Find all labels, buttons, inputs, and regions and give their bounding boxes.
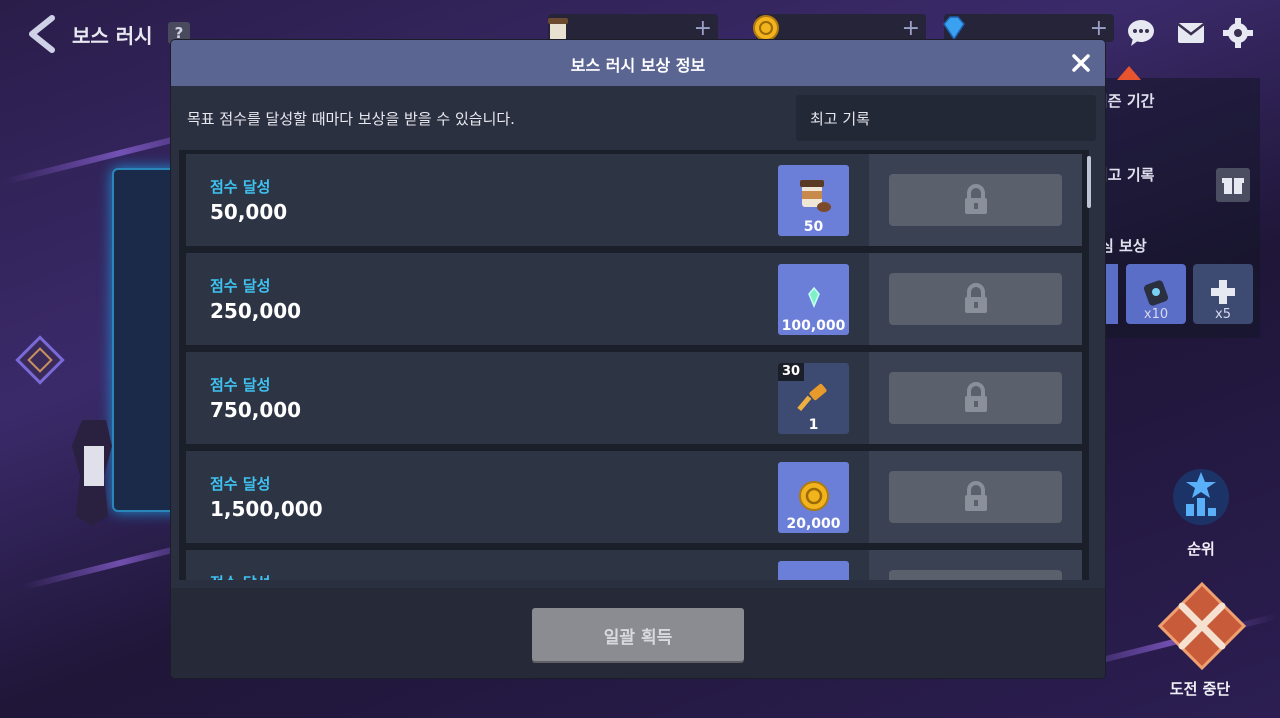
mail-icon[interactable] bbox=[1175, 18, 1207, 48]
reward-item[interactable]: 50 bbox=[778, 165, 849, 236]
lock-icon bbox=[965, 382, 987, 412]
reward-qty: 1 bbox=[808, 417, 819, 433]
claim-all-button[interactable]: 일괄 획득 bbox=[532, 608, 744, 661]
reward-list[interactable]: 점수 달성 50,000 50 점수 달성 250,000 100,000 점수… bbox=[179, 150, 1089, 580]
mini-reward-item[interactable]: x10 bbox=[1126, 264, 1186, 324]
reward-row: 점수 달성 250,000 100,000 bbox=[186, 253, 1082, 345]
score-value: 250,000 bbox=[210, 299, 302, 323]
lock-icon bbox=[965, 283, 987, 313]
modal-header: 보스 러시 보상 정보 bbox=[171, 40, 1105, 86]
reward-item[interactable]: 20,000 bbox=[778, 462, 849, 533]
ranking-label: 순위 bbox=[1187, 540, 1215, 558]
reward-qty: 50 bbox=[803, 219, 824, 235]
reward-row: 점수 달성 750,000 30 1 bbox=[186, 352, 1082, 444]
claim-cell bbox=[869, 451, 1082, 543]
stop-challenge-icon[interactable] bbox=[1154, 580, 1250, 672]
gear-icon[interactable] bbox=[1222, 18, 1254, 48]
crystal-icon bbox=[808, 286, 820, 308]
best-record-label: 최고 기록 bbox=[810, 110, 870, 128]
score-label: 점수 달성 bbox=[210, 376, 271, 394]
reward-bg-label: 심 보상 bbox=[1100, 237, 1147, 255]
locked-claim-button[interactable] bbox=[889, 372, 1062, 424]
mini-reward-item[interactable]: x5 bbox=[1193, 264, 1253, 324]
score-label: 점수 달성 bbox=[210, 572, 270, 580]
currency-coffee[interactable]: + bbox=[548, 14, 718, 42]
score-label: 점수 달성 bbox=[210, 277, 271, 295]
lock-icon bbox=[965, 481, 987, 511]
reward-item[interactable]: 100,000 bbox=[778, 264, 849, 335]
reward-qty: 20,000 bbox=[786, 516, 841, 532]
claim-cell bbox=[869, 154, 1082, 246]
back-icon[interactable] bbox=[24, 14, 60, 54]
add-currency-button[interactable]: + bbox=[694, 16, 712, 41]
reward-item[interactable] bbox=[778, 561, 849, 580]
left-emblem-icon[interactable] bbox=[14, 334, 66, 386]
modal-title: 보스 러시 보상 정보 bbox=[570, 56, 706, 75]
list-scrollbar[interactable] bbox=[1087, 156, 1091, 208]
score-value: 50,000 bbox=[210, 200, 288, 224]
add-currency-button[interactable]: + bbox=[902, 16, 920, 41]
score-value: 1,500,000 bbox=[210, 497, 323, 521]
gold-coin-icon bbox=[799, 481, 829, 511]
chat-icon[interactable] bbox=[1125, 18, 1157, 48]
ranking-icon[interactable] bbox=[1170, 466, 1232, 528]
score-value: 750,000 bbox=[210, 398, 302, 422]
coffee-icon bbox=[800, 180, 831, 212]
locked-claim-button[interactable] bbox=[889, 471, 1062, 523]
claim-cell bbox=[869, 550, 1082, 580]
stop-challenge-label: 도전 중단 bbox=[1169, 680, 1231, 698]
lock-icon bbox=[965, 184, 987, 214]
modal-description: 목표 점수를 달성할 때마다 보상을 받을 수 있습니다. bbox=[187, 110, 515, 128]
close-icon[interactable] bbox=[1067, 49, 1095, 77]
reward-level-badge: 30 bbox=[778, 363, 805, 381]
currency-gem[interactable]: + bbox=[943, 14, 1114, 42]
locked-claim-button[interactable] bbox=[889, 174, 1062, 226]
character-sprite bbox=[62, 416, 128, 528]
reward-info-modal: 보스 러시 보상 정보 목표 점수를 달성할 때마다 보상을 받을 수 있습니다… bbox=[171, 40, 1105, 678]
claim-cell bbox=[869, 352, 1082, 444]
reward-qty: 100,000 bbox=[781, 318, 846, 334]
reward-row: 점수 달성 50,000 50 bbox=[186, 154, 1082, 246]
mini-item-qty: x10 bbox=[1143, 307, 1169, 322]
score-label: 점수 달성 bbox=[210, 178, 271, 196]
best-record-box: 최고 기록 bbox=[796, 95, 1096, 141]
gift-icon[interactable] bbox=[1216, 168, 1250, 202]
reward-item[interactable]: 30 1 bbox=[778, 363, 849, 434]
locked-claim-button[interactable] bbox=[889, 570, 1062, 580]
claim-all-label: 일괄 획득 bbox=[603, 628, 673, 648]
claim-cell bbox=[869, 253, 1082, 345]
warning-triangle-icon bbox=[1117, 66, 1141, 80]
score-label: 점수 달성 bbox=[210, 475, 271, 493]
currency-gold[interactable]: + bbox=[753, 14, 926, 42]
reward-row: 점수 달성 1,500,000 20,000 bbox=[186, 451, 1082, 543]
reward-row: 점수 달성 bbox=[186, 550, 1082, 580]
page-title: 보스 러시 bbox=[72, 24, 153, 48]
add-currency-button[interactable]: + bbox=[1090, 16, 1108, 41]
mini-item-qty: x5 bbox=[1215, 307, 1231, 322]
locked-claim-button[interactable] bbox=[889, 273, 1062, 325]
